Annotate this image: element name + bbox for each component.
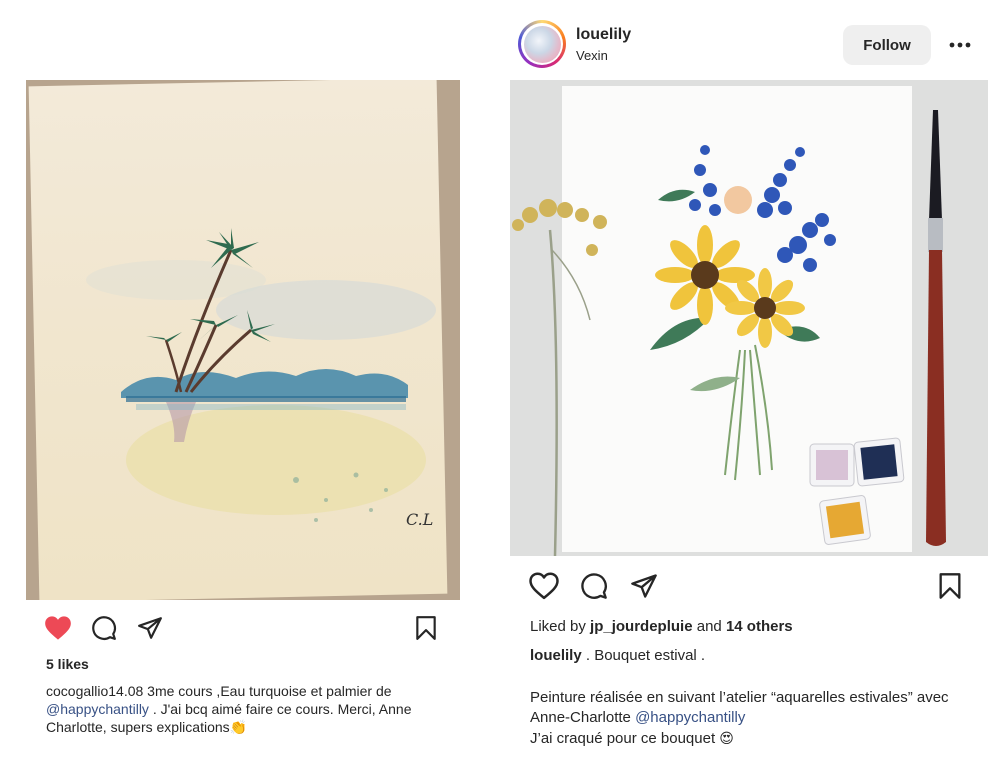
like-button[interactable]	[42, 612, 74, 644]
mention-link[interactable]: @happychantilly	[635, 709, 745, 726]
bookmark-icon	[416, 616, 436, 640]
caption-left: cocogallio14.08 3me cours ,Eau turquoise…	[46, 682, 456, 736]
follow-button[interactable]: Follow	[843, 25, 931, 65]
caption-text: 3me cours ,Eau turquoise et palmier de	[143, 683, 392, 699]
palm-painting: C.L	[86, 228, 436, 529]
liked-by: Liked by jp_jourdepluie and 14 others	[530, 618, 793, 635]
liked-by-and: and	[692, 618, 726, 635]
post-left: C.L 5 likes cocogallio14.08 3me cours ,E…	[0, 0, 500, 762]
bookmark-button[interactable]	[410, 612, 442, 644]
comment-icon	[581, 573, 607, 599]
signature: C.L	[406, 510, 433, 529]
action-bar-left	[42, 612, 442, 644]
caption-right: louelily . Bouquet estival . Peinture ré…	[530, 646, 970, 749]
clap-emoji: 👏	[229, 719, 248, 735]
bookmark-icon	[939, 573, 961, 599]
more-options-button[interactable]	[942, 30, 978, 60]
share-icon	[631, 574, 657, 598]
post-right: louelily Vexin Follow Liked by jp_jourde…	[500, 0, 1000, 762]
post-header: louelily Vexin Follow	[518, 20, 982, 68]
caption-line1: . Bouquet estival .	[581, 647, 706, 664]
caption-line3: J’ai craqué pour ce bouquet	[530, 730, 720, 747]
liked-by-prefix: Liked by	[530, 618, 591, 635]
heart-icon	[529, 572, 559, 600]
more-icon	[949, 42, 971, 48]
caption-username[interactable]: cocogallio14.08	[46, 683, 143, 699]
action-bar-right	[528, 570, 968, 602]
liked-by-others[interactable]: 14 others	[726, 618, 793, 635]
share-button[interactable]	[628, 570, 660, 602]
avatar-story-ring[interactable]	[518, 20, 566, 68]
liked-by-user[interactable]: jp_jourdepluie	[590, 618, 693, 635]
comment-button[interactable]	[88, 612, 120, 644]
header-location[interactable]: Vexin	[576, 48, 608, 63]
comment-icon	[92, 616, 116, 640]
post-image-palm-watercolor[interactable]: C.L	[26, 80, 460, 600]
comment-button[interactable]	[578, 570, 610, 602]
share-button[interactable]	[134, 612, 166, 644]
bookmark-button[interactable]	[934, 570, 966, 602]
avatar	[523, 25, 561, 63]
share-icon	[138, 617, 162, 639]
heart-icon	[45, 616, 71, 640]
like-button[interactable]	[528, 570, 560, 602]
bouquet-painting	[510, 80, 988, 556]
mention-link[interactable]: @happychantilly	[46, 701, 149, 717]
caption-username[interactable]: louelily	[530, 647, 582, 664]
heart-eyes-emoji: 😍	[719, 730, 734, 746]
post-image-bouquet-watercolor[interactable]	[510, 80, 988, 556]
likes-count[interactable]: 5 likes	[46, 656, 89, 672]
header-username[interactable]: louelily	[576, 26, 631, 44]
